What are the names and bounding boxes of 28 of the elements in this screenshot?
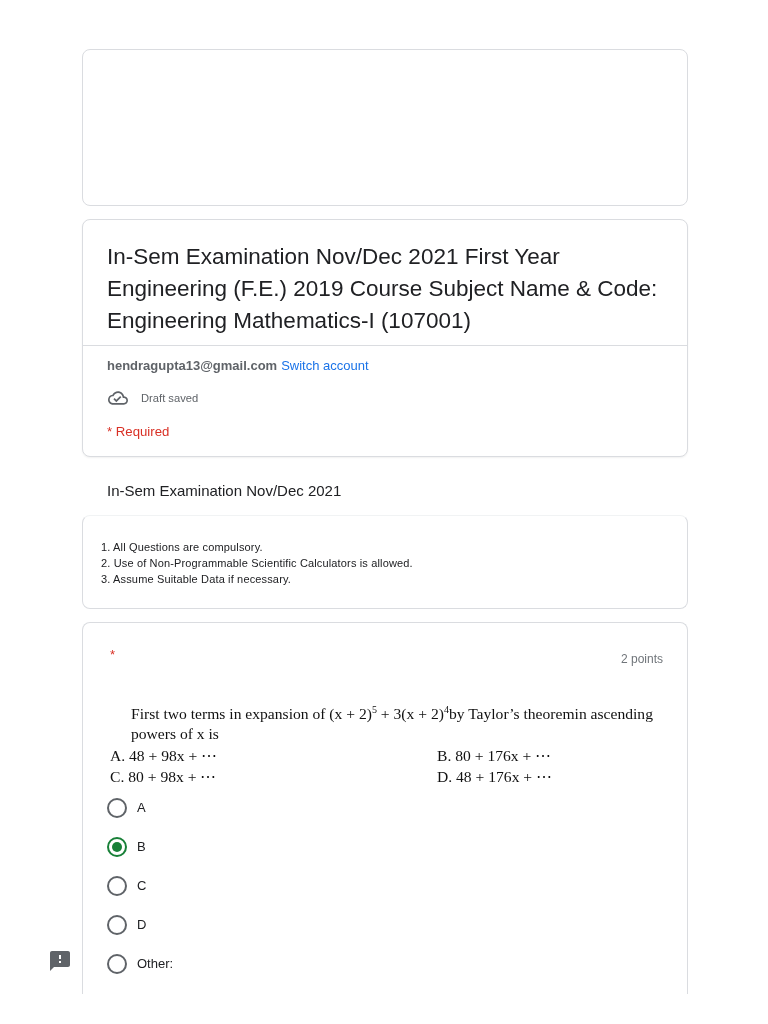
alert-bubble-icon[interactable] [50, 951, 70, 971]
choice-text: A. 48 + 98x + ⋯ [110, 746, 218, 766]
form-title: In-Sem Examination Nov/Dec 2021 First Year Engineering (F.E.) 2019 Course Subject Name & Code: Engineering Mathematics-I (107001) [107, 243, 659, 335]
required-asterisk: * [110, 648, 116, 662]
radio-icon[interactable] [107, 914, 127, 935]
radio-icon[interactable] [107, 953, 127, 974]
radio-checked-icon[interactable] [107, 836, 127, 857]
radio-icon[interactable] [107, 797, 127, 818]
required-note: * Required [107, 423, 170, 441]
choice-text: D. 48 + 176x + ⋯ [437, 767, 553, 787]
instruction-line: 3. Assume Suitable Data if necessary. [101, 572, 291, 587]
radio-icon[interactable] [107, 875, 127, 896]
section-title: In-Sem Examination Nov/Dec 2021 [107, 481, 342, 501]
draft-status: Draft saved [141, 392, 199, 404]
cloud-check-icon [108, 391, 128, 405]
instruction-line: 2. Use of Non-Programmable Scientific Calculators is allowed. [101, 556, 413, 571]
option-label[interactable]: D [137, 914, 147, 935]
option-label[interactable]: C [137, 875, 147, 896]
switch-account-link[interactable]: Switch account [281, 356, 369, 376]
option-label[interactable]: B [137, 836, 146, 857]
account-email: hendragupta13@gmail.com [107, 357, 278, 375]
choice-text: B. 80 + 176x + ⋯ [437, 746, 552, 766]
option-label[interactable]: Other: [137, 953, 174, 974]
question-text: First two terms in expansion of (x + 2)$^{5}$ + 3(x + 2)$^{4}$by Taylor’s theoremin ascending powers of x is [131, 704, 654, 744]
option-label[interactable]: A [137, 797, 146, 818]
choice-text: C. 80 + 98x + ⋯ [110, 767, 217, 787]
instruction-line: 1. All Questions are compulsory. [101, 540, 263, 555]
points-label: 2 points [620, 651, 663, 667]
